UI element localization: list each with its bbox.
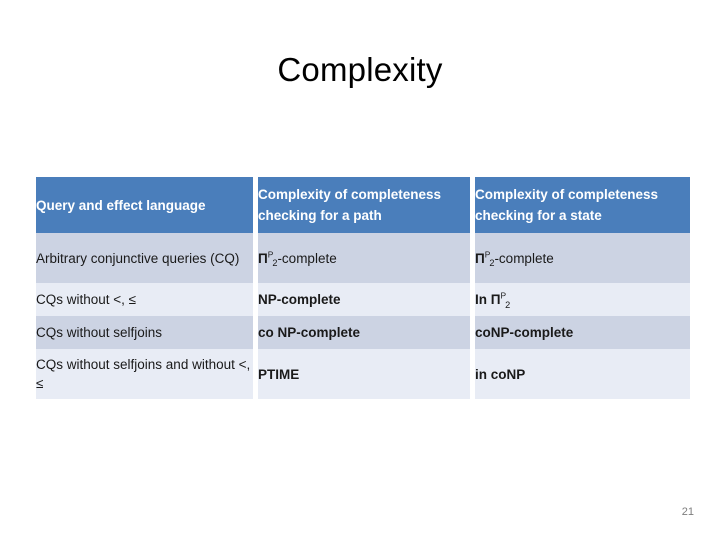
complexity-table-container: Query and effect language Complexity of … [36,177,690,399]
complexity-subscript: 2 [505,299,511,310]
cell-state-complexity: ΠP2-complete [475,233,690,283]
cell-query-language: Arbitrary conjunctive queries (CQ) [36,233,253,283]
table-row: CQs without selfjoins co NP-complete coN… [36,316,690,349]
cell-query-language: CQs without selfjoins [36,316,253,349]
cell-state-complexity: In ΠP2 [475,283,690,316]
table-row: Arbitrary conjunctive queries (CQ) ΠP2-c… [36,233,690,283]
complexity-class-text: Π [258,250,268,266]
complexity-class-text: in coNP [475,366,526,382]
column-header-path-complexity: Complexity of completeness checking for … [258,177,470,233]
column-header-query-language: Query and effect language [36,177,253,233]
complexity-class-text: PTIME [258,366,300,382]
table-row: CQs without selfjoins and without <, ≤ P… [36,349,690,399]
column-header-state-complexity: Complexity of completeness checking for … [475,177,690,233]
cell-path-complexity: PTIME [258,349,470,399]
cell-state-complexity: coNP-complete [475,316,690,349]
slide-page-number: 21 [681,506,694,518]
cell-query-language: CQs without <, ≤ [36,283,253,316]
cell-path-complexity: NP-complete [258,283,470,316]
cell-state-complexity: in coNP [475,349,690,399]
complexity-class-text: co NP-complete [258,325,361,340]
complexity-table: Query and effect language Complexity of … [36,177,690,399]
cell-path-complexity: co NP-complete [258,316,470,349]
table-row: CQs without <, ≤ NP-complete In ΠP2 [36,283,690,316]
table-body: Arbitrary conjunctive queries (CQ) ΠP2-c… [36,233,690,399]
complexity-suffix: -complete [277,250,337,266]
complexity-suffix: -complete [494,250,554,266]
slide-canvas: Complexity Query and effect language Com… [0,0,720,540]
table-header-row: Query and effect language Complexity of … [36,177,690,233]
complexity-class-text: coNP-complete [475,325,574,340]
complexity-class-text: In Π [475,292,501,307]
cell-path-complexity: ΠP2-complete [258,233,470,283]
cell-query-language: CQs without selfjoins and without <, ≤ [36,349,253,399]
complexity-superscript: P [500,290,507,301]
complexity-class-text: NP-complete [258,292,341,307]
complexity-class-text: Π [475,250,485,266]
page-title: Complexity [277,51,443,88]
table-header: Query and effect language Complexity of … [36,177,690,233]
